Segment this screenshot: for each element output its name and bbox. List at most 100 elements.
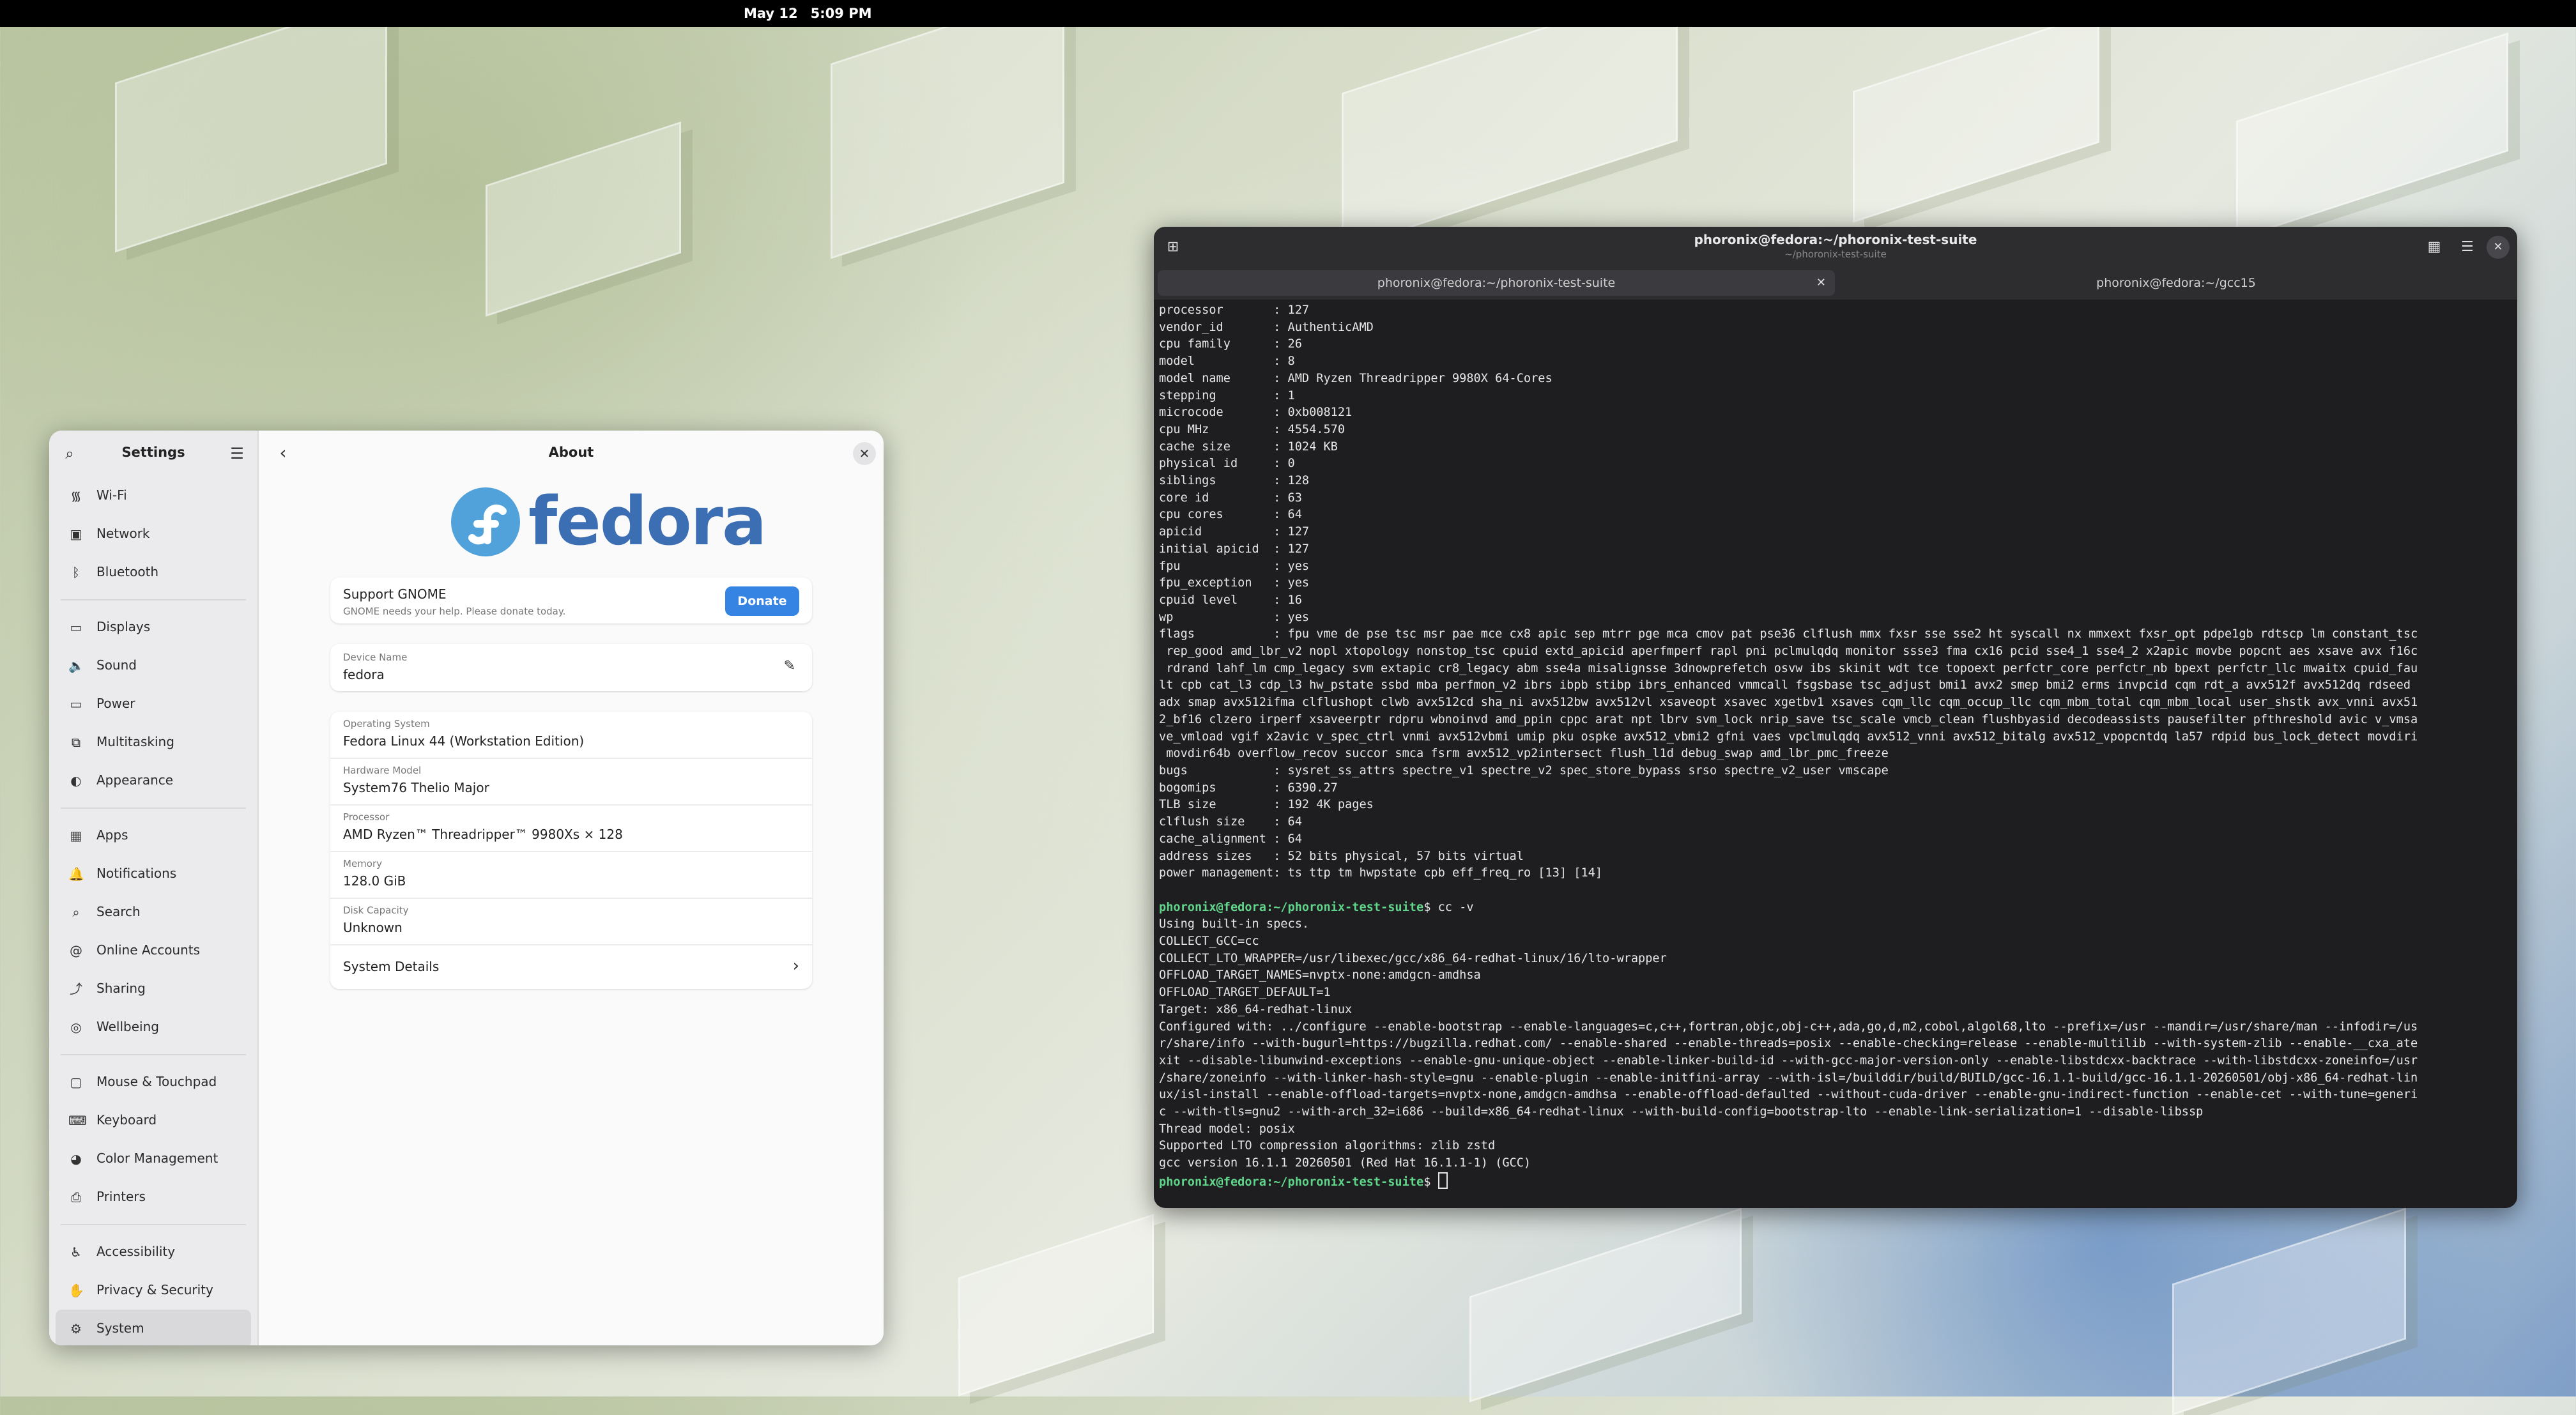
sidebar-item-printers[interactable]: ⎙ Printers [56,1178,251,1216]
settings-sidebar: ⌕ Settings ☰ ᯾ Wi-Fi ▣ Network ᛒ Bluetooth ▭ Di… [49,431,259,1345]
info-label: Hardware Model [343,765,422,776]
terminal-line: flags : fpu vme de pse tsc msr pae mce c… [1159,627,2418,641]
sidebar-item-label: Printers [96,1189,146,1204]
info-label: Memory [343,858,383,869]
sidebar-item-label: Search [96,904,141,919]
sidebar-item-keyboard[interactable]: ⌨ Keyboard [56,1101,251,1140]
sidebar-item-appearance[interactable]: ◐ Appearance [56,761,251,800]
clock[interactable]: May 12 5:09 PM [744,0,872,27]
terminal-line: Using built-in specs. [1159,917,1310,931]
terminal-line: Supported LTO compression algorithms: zl… [1159,1139,1496,1153]
terminal-line: cpu cores : 64 [1159,508,1302,522]
terminal-line: r/share/info --with-bugurl=https://bugzi… [1159,1037,2418,1051]
sidebar-item-label: Mouse & Touchpad [96,1074,217,1089]
terminal-line: physical id : 0 [1159,457,1295,471]
sidebar-item-search[interactable]: ⌕ Search [56,893,251,931]
sidebar-item-sound[interactable]: 🔈 Sound [56,646,251,685]
sidebar-item-displays[interactable]: ▭ Displays [56,608,251,646]
donate-card: Support GNOME GNOME needs your help. Ple… [330,577,812,623]
terminal-tab-gcc15[interactable]: phoronix@fedora:~/gcc15 [1837,270,2515,296]
online-accounts-icon: @ [70,943,82,958]
sidebar-item-power[interactable]: ▭ Power [56,685,251,723]
tab-overview-button[interactable]: ▦ [2423,236,2446,259]
terminal-close-button[interactable]: ✕ [2487,236,2510,259]
terminal-tabbar: phoronix@fedora:~/phoronix-test-suite ✕ … [1154,268,2517,300]
close-icon[interactable]: ✕ [1816,270,1826,296]
close-icon: ✕ [2493,240,2503,254]
terminal-line: fpu : yes [1159,559,1310,573]
terminal-line: cache size : 1024 KB [1159,440,1338,454]
sidebar-item-label: Displays [96,619,151,634]
sidebar-item-label: Appearance [96,772,174,788]
terminal-cursor [1438,1172,1448,1189]
wifi-icon: ᯾ [70,488,82,503]
terminal-line: Configured with: ../configure --enable-b… [1159,1020,2418,1034]
sidebar-header: ⌕ Settings ☰ [49,431,257,477]
donate-button[interactable]: Donate [725,586,799,616]
info-row: Operating System Fedora Linux 44 (Worksta… [330,712,812,759]
sidebar-item-wellbeing[interactable]: ◎ Wellbeing [56,1008,251,1046]
sidebar-item-label: Online Accounts [96,942,201,958]
terminal-line: model name : AMD Ryzen Threadripper 9980… [1159,371,1552,385]
close-icon: ✕ [859,446,870,461]
sidebar-item-online-accounts[interactable]: @ Online Accounts [56,931,251,970]
sidebar-item-wi-fi[interactable]: ᯾ Wi-Fi [56,477,251,515]
sidebar-item-color-management[interactable]: ◕ Color Management [56,1140,251,1178]
terminal-tab-phoronix[interactable]: phoronix@fedora:~/phoronix-test-suite ✕ [1158,270,1835,296]
terminal-line: siblings : 128 [1159,474,1310,488]
sidebar-item-label: Keyboard [96,1112,157,1128]
terminal-menu-button[interactable]: ☰ [2456,236,2479,259]
fedora-logo-icon [451,487,520,556]
sidebar-item-apps[interactable]: ▦ Apps [56,816,251,855]
sidebar-list: ᯾ Wi-Fi ▣ Network ᛒ Bluetooth ▭ Displays 🔈 Sound ▭… [49,477,257,1345]
terminal-line: apicid : 127 [1159,525,1310,539]
donate-subtitle: GNOME needs your help. Please donate tod… [343,606,566,617]
terminal-line: wp : yes [1159,610,1310,624]
sidebar-item-accessibility[interactable]: ♿ Accessibility [56,1233,251,1271]
terminal-line: COLLECT_GCC=cc [1159,935,1259,949]
terminal-line: phoronix@fedora:~/phoronix-test-suite$ [1159,1172,2512,1191]
terminal-line: stepping : 1 [1159,388,1295,402]
fedora-logo-text: fedora [528,482,767,560]
terminal-line: rep_good amd_lbr_v2 nopl xtopology nonst… [1159,645,2418,659]
sidebar-item-label: Bluetooth [96,564,159,579]
terminal-line: ux/isl-install --enable-offload-targets=… [1159,1088,2418,1102]
bluetooth-icon: ᛒ [72,565,80,580]
info-value: AMD Ryzen™ Threadripper™ 9980Xs × 128 [343,827,623,842]
terminal-line: /share/zoneinfo --with-linker-hash-style… [1159,1071,2418,1085]
sidebar-item-multitasking[interactable]: ⧉ Multitasking [56,723,251,761]
terminal-line: cpu family : 26 [1159,337,1302,351]
settings-window: ⌕ Settings ☰ ᯾ Wi-Fi ▣ Network ᛒ Bluetooth ▭ Di… [49,431,884,1345]
close-button[interactable]: ✕ [853,442,876,465]
menu-icon[interactable]: ☰ [227,443,247,464]
sidebar-item-label: Privacy & Security [96,1282,213,1297]
terminal-line: cpu MHz : 4554.570 [1159,422,1346,436]
grid-icon: ▦ [2427,239,2441,255]
edit-icon[interactable]: ✎ [784,658,795,674]
display-icon: ▭ [70,620,82,635]
sidebar-item-privacy-security[interactable]: ✋ Privacy & Security [56,1271,251,1310]
terminal-command: $ [1423,1175,1438,1189]
apps-icon: ▦ [70,828,82,843]
system-details-row[interactable]: System Details › [330,945,812,988]
terminal-line: cpuid level : 16 [1159,593,1302,607]
terminal-prompt: phoronix@fedora:~/phoronix-test-suite [1159,900,1424,914]
terminal-output[interactable]: processor : 127 vendor_id : AuthenticAMD c… [1159,302,2512,1208]
sidebar-item-label: Wi-Fi [96,487,127,503]
terminal-line: gcc version 16.1.1 20260501 (Red Hat 16.… [1159,1156,1531,1170]
sidebar-item-system[interactable]: ⚙ System [56,1310,251,1345]
sidebar-item-label: Apps [96,827,128,843]
sidebar-item-bluetooth[interactable]: ᛒ Bluetooth [56,553,251,592]
sidebar-item-mouse-touchpad[interactable]: ▢ Mouse & Touchpad [56,1063,251,1101]
terminal-line: address sizes : 52 bits physical, 57 bit… [1159,849,1524,863]
sidebar-divider [61,807,246,809]
terminal-line: bugs : sysret_ss_attrs spectre_v1 spectr… [1159,763,1889,777]
sidebar-item-sharing[interactable]: ⤴ Sharing [56,970,251,1008]
accessibility-icon: ♿ [70,1244,82,1260]
clock-time: 5:09 PM [810,6,872,21]
device-name-row[interactable]: Device Name fedora ✎ [330,644,812,691]
sidebar-item-notifications[interactable]: 🔔 Notifications [56,855,251,893]
privacy-icon: ✋ [68,1283,84,1298]
terminal-line: OFFLOAD_TARGET_DEFAULT=1 [1159,986,1331,1000]
sidebar-item-network[interactable]: ▣ Network [56,515,251,553]
